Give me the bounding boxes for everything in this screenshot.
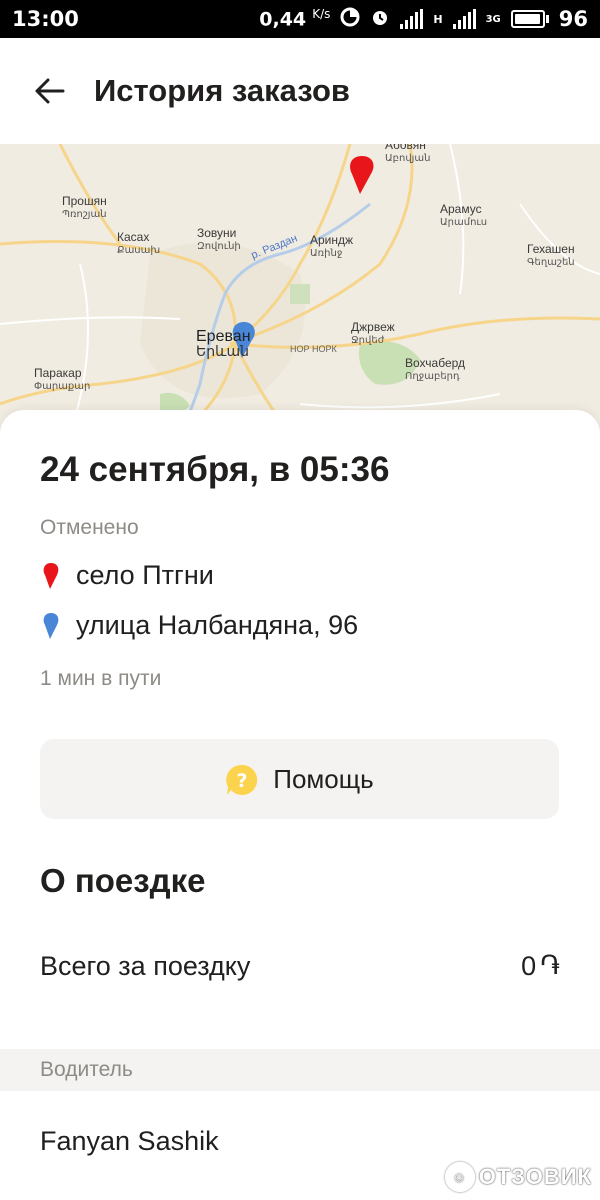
signal-icon-2 <box>452 9 476 29</box>
svg-text:?: ? <box>237 770 248 792</box>
red-pin-icon <box>40 561 62 591</box>
help-label: Помощь <box>273 763 374 794</box>
app-header: История заказов <box>0 38 600 144</box>
trip-total-row: Всего за поездку 0 ֏ <box>40 950 560 982</box>
battery-level: 96 <box>558 7 588 31</box>
battery-icon <box>510 10 549 28</box>
dram-currency-icon: ֏ <box>540 950 560 980</box>
trip-total-value: 0 ֏ <box>521 950 560 982</box>
map-label-parakar: Паракар Փարաքար <box>34 366 91 392</box>
blue-pin-icon <box>40 611 62 641</box>
route-from-address: село Птгни <box>76 560 214 590</box>
route-to-address: улица Налбандяна, 96 <box>76 610 359 640</box>
otzovik-logo-icon: ☺ <box>444 1162 475 1192</box>
map-label-gekhashen: Гехашен Գեղաշեն <box>527 242 575 268</box>
route-to: улица Налбандяна, 96 <box>40 610 358 641</box>
net-type-2: 3G <box>485 13 501 25</box>
alarm-icon <box>370 7 390 31</box>
map-label-arinj: Ариндж Առինջ <box>310 233 354 259</box>
net-speed-unit: K/s <box>312 7 331 22</box>
trip-section-title: О поездке <box>40 862 206 899</box>
trip-duration: 1 мин в пути <box>40 667 162 690</box>
route-map[interactable]: Абовян Աբովյան Прошян Պռոշյան Паракар Փարաք… <box>0 144 600 434</box>
signal-icon-1 <box>400 9 424 29</box>
trip-total-amount: 0 <box>521 950 537 981</box>
back-button[interactable] <box>20 61 80 121</box>
trip-total-label: Всего за поездку <box>40 950 251 981</box>
map-label-nor-nork: НОР НОРК <box>290 344 337 354</box>
driver-section-header: Водитель <box>0 1049 600 1091</box>
route-from: село Птгни <box>40 560 214 591</box>
order-status: Отменено <box>40 516 139 539</box>
map-label-proshyan: Прошян Պռոշյան <box>62 194 107 220</box>
net-type-1: H <box>433 12 443 26</box>
net-speed-value: 0,44 <box>259 8 307 31</box>
map-label-zovuni: Зовуни Զովունի <box>197 226 241 252</box>
question-icon: ? <box>225 763 258 795</box>
help-button[interactable]: ? Помощь <box>40 739 559 819</box>
map-label-kasakh: Касах Քասախ <box>117 230 161 256</box>
order-details-card: 24 сентября, в 05:36 Отменено село Птгни… <box>0 410 600 1200</box>
status-time: 13:00 <box>12 7 79 31</box>
otzovik-watermark: ☺ ОТЗОВИК <box>444 1162 592 1192</box>
map-label-jrvezh: Джрвеж Ջրվեժ <box>351 320 395 346</box>
arrow-left-icon <box>35 78 65 104</box>
driver-name: Fanyan Sashik <box>40 1126 219 1156</box>
status-icons: 0,44 K/s H 3G 96 <box>259 7 588 31</box>
map-label-abovyan: Абовян Աբովյան <box>385 144 431 164</box>
watermark-text: ОТЗОВИК <box>478 1164 592 1189</box>
page-title: История заказов <box>94 73 350 108</box>
order-date: 24 сентября, в 05:36 <box>40 450 390 489</box>
map-label-vokhchaberd: Вохчаберд Ողջաբերդ <box>405 356 466 382</box>
data-saver-icon <box>340 7 360 31</box>
map-label-yerevan: Ереван Երևան <box>196 328 251 359</box>
map-label-aramus: Арамус Արամուս <box>440 202 488 228</box>
driver-section-label: Водитель <box>40 1058 133 1081</box>
status-bar: 13:00 0,44 K/s H 3G 96 <box>0 0 600 38</box>
net-speed: 0,44 K/s <box>259 7 330 30</box>
